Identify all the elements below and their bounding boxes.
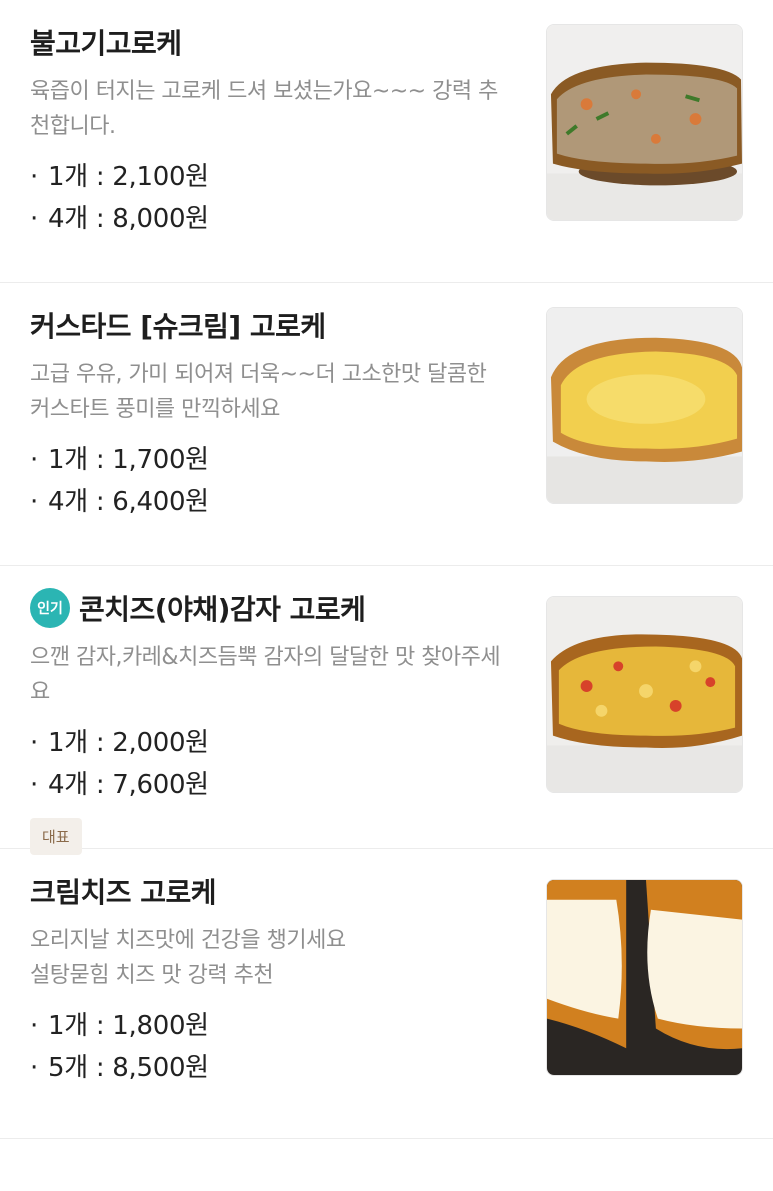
price-text: 4개 : 6,400원 [48,487,209,517]
menu-item-title-row: 크림치즈 고로케 [30,871,520,911]
bulgogi-croquette-photo[interactable] [546,24,743,221]
price-text: 1개 : 1,800원 [48,1011,209,1041]
menu-item-info: 불고기고로케 육즙이 터지는 고로케 드셔 보셨는가요~~~ 강력 추천합니다.… [30,22,520,240]
menu-item-description: 육즙이 터지는 고로케 드셔 보셨는가요~~~ 강력 추천합니다. [30,79,498,139]
menu-item-info: 커스타드 [슈크림] 고로케 고급 우유, 가미 되어져 더욱~~더 고소한맛 … [30,305,520,523]
menu-item-title: 커스타드 [슈크림] 고로케 [30,310,326,343]
menu-item-prices: · 1개 : 1,700원 · 4개 : 6,400원 [30,439,520,523]
bullet-icon: · [30,204,38,234]
bullet-icon: · [30,728,38,758]
price-text: 1개 : 2,100원 [48,162,209,192]
menu-item-title-row: 인기 콘치즈(야채)감자 고로케 [30,588,520,628]
bullet-icon: · [30,162,38,192]
price-line: · 4개 : 7,600원 [30,764,520,806]
price-line: · 4개 : 8,000원 [30,198,520,240]
menu-item-title: 불고기고로케 [30,27,182,60]
price-text: 1개 : 1,700원 [48,445,209,475]
cream-cheese-croquette-photo[interactable] [546,879,743,1076]
menu-item-title-row: 불고기고로케 [30,22,520,62]
menu-item-prices: · 1개 : 1,800원 · 5개 : 8,500원 [30,1005,520,1089]
price-line: · 1개 : 1,800원 [30,1005,520,1047]
menu-item-prices: · 1개 : 2,000원 · 4개 : 7,600원 [30,722,520,806]
menu-item-info: 크림치즈 고로케 오리지날 치즈맛에 건강을 챙기세요 설탕묻힘 치즈 맛 강력… [30,871,520,1089]
menu-item-title: 콘치즈(야채)감자 고로케 [79,593,366,626]
price-line: · 1개 : 2,100원 [30,156,520,198]
menu-item-prices: · 1개 : 2,100원 · 4개 : 8,000원 [30,156,520,240]
bullet-icon: · [30,1053,38,1083]
menu-item-custard-croquette[interactable]: 커스타드 [슈크림] 고로케 고급 우유, 가미 되어져 더욱~~더 고소한맛 … [0,283,773,566]
menu-item-info: 인기 콘치즈(야채)감자 고로케 으깬 감자,카레&치즈듬뿍 감자의 달달한 맛… [30,588,520,855]
price-line: · 5개 : 8,500원 [30,1047,520,1089]
menu-item-cream-cheese-croquette[interactable]: 크림치즈 고로케 오리지날 치즈맛에 건강을 챙기세요 설탕묻힘 치즈 맛 강력… [0,849,773,1139]
menu-item-bulgogi-croquette[interactable]: 불고기고로케 육즙이 터지는 고로케 드셔 보셨는가요~~~ 강력 추천합니다.… [0,0,773,283]
price-text: 5개 : 8,500원 [48,1053,209,1083]
menu-item-title: 크림치즈 고로케 [30,876,217,909]
price-text: 1개 : 2,000원 [48,728,209,758]
bullet-icon: · [30,770,38,800]
menu-item-description: 고급 우유, 가미 되어져 더욱~~더 고소한맛 달콤한 커스타트 풍미를 만끽… [30,362,487,422]
bullet-icon: · [30,445,38,475]
menu-list: 불고기고로케 육즙이 터지는 고로케 드셔 보셨는가요~~~ 강력 추천합니다.… [0,0,773,1139]
bullet-icon: · [30,1011,38,1041]
menu-item-corn-cheese-croquette[interactable]: 인기 콘치즈(야채)감자 고로케 으깬 감자,카레&치즈듬뿍 감자의 달달한 맛… [0,566,773,855]
menu-item-description: 오리지날 치즈맛에 건강을 챙기세요 설탕묻힘 치즈 맛 강력 추천 [30,928,346,988]
price-text: 4개 : 8,000원 [48,204,209,234]
price-line: · 4개 : 6,400원 [30,481,520,523]
popular-badge: 인기 [30,588,70,628]
menu-item-description: 으깬 감자,카레&치즈듬뿍 감자의 달달한 맛 찾아주세요 [30,645,501,705]
bullet-icon: · [30,487,38,517]
menu-item-title-row: 커스타드 [슈크림] 고로케 [30,305,520,345]
custard-croquette-photo[interactable] [546,307,743,504]
price-text: 4개 : 7,600원 [48,770,209,800]
price-line: · 1개 : 2,000원 [30,722,520,764]
price-line: · 1개 : 1,700원 [30,439,520,481]
corn-cheese-potato-croquette-photo[interactable] [546,596,743,793]
